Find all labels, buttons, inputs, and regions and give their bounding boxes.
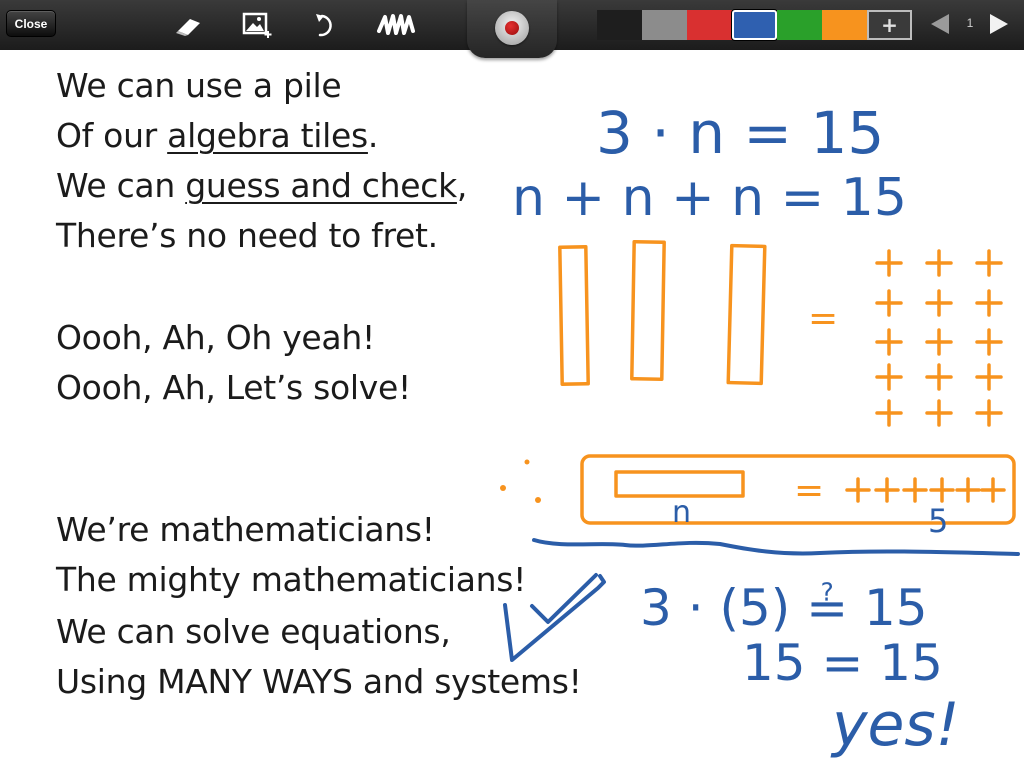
ink-unit-count: 5	[928, 502, 948, 540]
record-icon	[505, 21, 519, 35]
add-color-button[interactable]: +	[867, 10, 912, 40]
group-box	[580, 454, 1016, 525]
unit-tile-plus	[875, 328, 903, 356]
previous-page-button[interactable]	[929, 12, 951, 40]
ink-brace	[532, 538, 1020, 556]
color-swatch-green[interactable]	[777, 10, 822, 40]
song-line: We’re mathematicians!	[56, 510, 435, 549]
clear-scribble-icon[interactable]	[376, 8, 416, 42]
toolbar: Close + 1	[0, 0, 1024, 58]
unit-tile-plus	[875, 399, 903, 427]
song-line: Oooh, Ah, Let’s solve!	[56, 368, 411, 407]
ink-check-result: 15 = 15	[742, 634, 943, 692]
song-line: The mighty mathematicians!	[56, 560, 527, 599]
song-line: There’s no need to fret.	[56, 216, 438, 255]
color-swatch-blue[interactable]	[732, 10, 777, 40]
unit-tile-plus	[875, 249, 903, 277]
song-line: We can solve equations,	[56, 612, 451, 651]
unit-tile-plus	[874, 477, 900, 503]
check-mark	[530, 573, 598, 624]
unit-tile-plus	[875, 363, 903, 391]
unit-tile-plus	[925, 363, 953, 391]
color-swatch-gray[interactable]	[642, 10, 687, 40]
song-line: We can guess and check,	[56, 166, 468, 205]
unit-tile-plus	[925, 249, 953, 277]
unit-tile-plus	[975, 363, 1003, 391]
insert-image-icon[interactable]	[240, 8, 276, 42]
song-line: Oooh, Ah, Oh yeah!	[56, 318, 375, 357]
next-page-button[interactable]	[988, 12, 1010, 40]
song-line: Of our algebra tiles.	[56, 116, 379, 155]
ink-equation-2: n + n + n = 15	[512, 168, 907, 228]
unit-tiles-grid	[875, 249, 1003, 427]
single-n-tile	[614, 470, 745, 498]
unit-tile-plus	[975, 289, 1003, 317]
ink-equals: =	[808, 298, 838, 339]
unit-tile-plus	[902, 477, 928, 503]
unit-tile-plus	[975, 328, 1003, 356]
ink-exclaim: yes!	[830, 690, 960, 760]
plus-icon: +	[881, 13, 898, 37]
unit-tile-plus	[929, 477, 955, 503]
algebra-tiles-n	[558, 239, 767, 386]
eraser-icon[interactable]	[170, 8, 206, 42]
unit-tile-plus	[925, 328, 953, 356]
unit-tile-plus	[955, 477, 981, 503]
song-line: We can use a pile	[56, 66, 342, 105]
unit-tile-plus	[975, 249, 1003, 277]
unit-tile-plus	[980, 477, 1006, 503]
record-button[interactable]	[495, 11, 529, 45]
unit-tiles-row	[845, 477, 1006, 503]
unit-tile-plus	[875, 289, 903, 317]
unit-tile-plus	[925, 289, 953, 317]
unit-tile-plus	[845, 477, 871, 503]
ink-tile-label: n	[672, 495, 691, 530]
undo-icon[interactable]	[307, 8, 343, 42]
ink-check-equation: 3 · (5) ≟ 15	[640, 579, 928, 637]
page-number: 1	[966, 16, 974, 30]
color-swatch-orange[interactable]	[822, 10, 867, 40]
svg-text:=: =	[794, 470, 824, 511]
color-swatch-red[interactable]	[687, 10, 732, 40]
color-swatch-black[interactable]	[597, 10, 642, 40]
close-button[interactable]: Close	[6, 10, 56, 37]
unit-tile-plus	[925, 399, 953, 427]
ink-equation-1: 3 · n = 15	[596, 99, 884, 167]
song-line: Using MANY WAYS and systems!	[56, 662, 582, 701]
underlined-phrase: algebra tiles	[167, 116, 368, 155]
record-tab	[467, 0, 557, 58]
underlined-phrase: guess and check	[185, 166, 457, 205]
unit-tile-plus	[975, 399, 1003, 427]
